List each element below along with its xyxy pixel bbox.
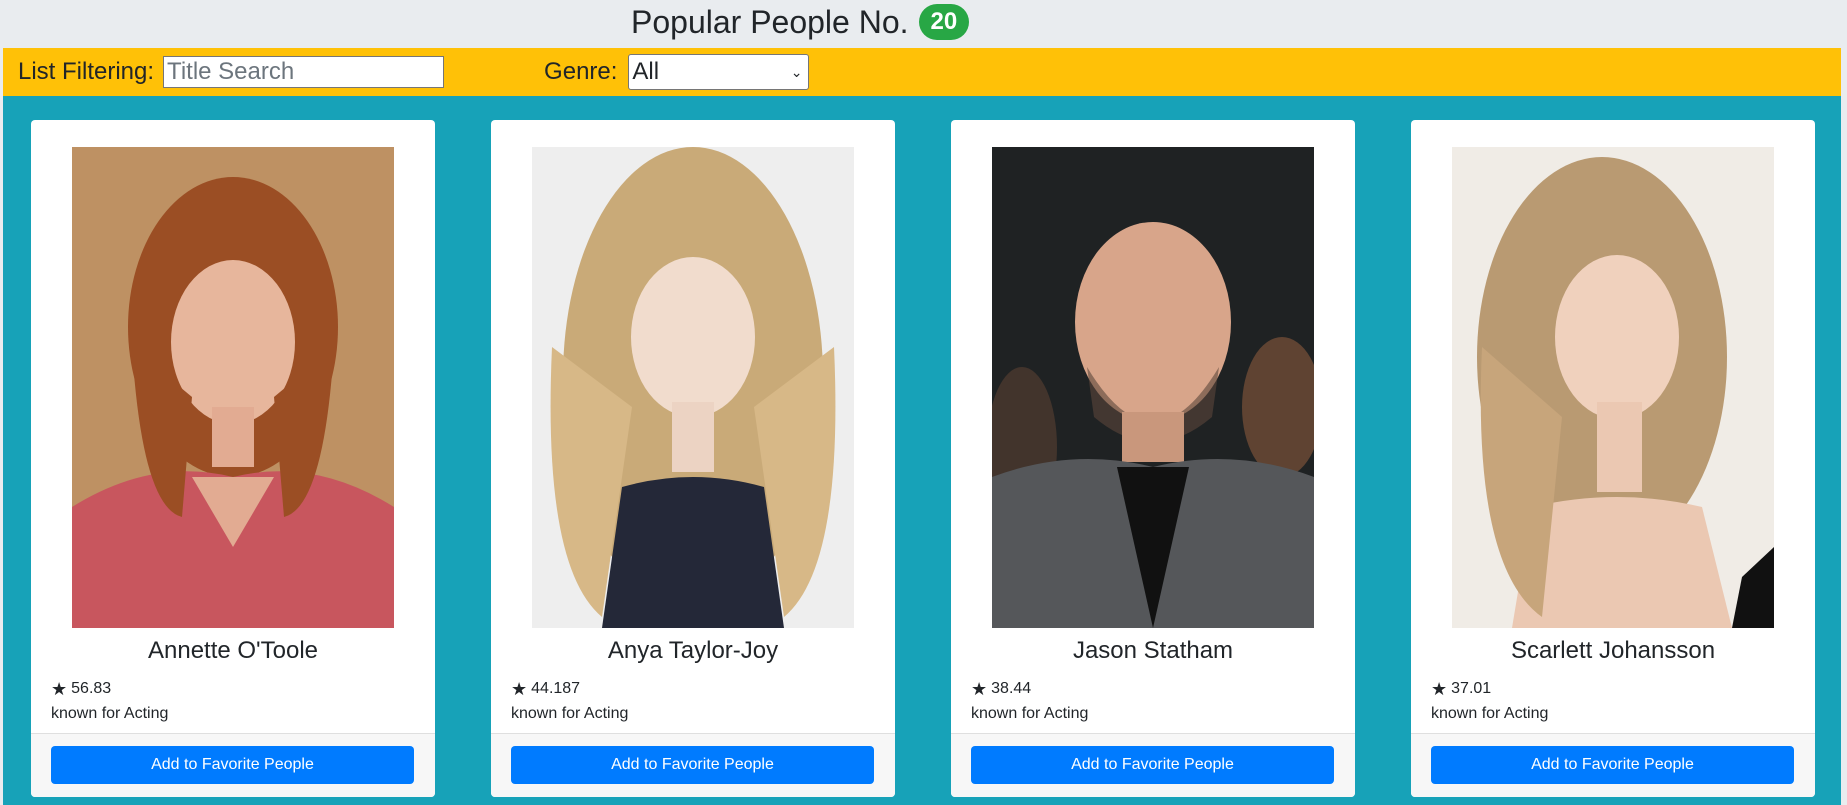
known-for: known for Acting xyxy=(511,705,629,722)
page-title: Popular People No. 20 xyxy=(631,2,970,42)
add-to-favorites-button[interactable]: Add to Favorite People xyxy=(511,746,874,784)
star-icon: ★ xyxy=(511,679,528,699)
person-name: Annette O'Toole xyxy=(147,637,319,664)
rating-value: 56.83 xyxy=(71,680,112,697)
card-footer: Add to Favorite People xyxy=(31,733,435,797)
rating-value: 37.01 xyxy=(1451,680,1492,697)
person-photo xyxy=(992,147,1314,628)
count-badge: 20 xyxy=(918,4,970,40)
genre-select[interactable]: All ⌄ xyxy=(628,54,810,90)
rating-value: 38.44 xyxy=(991,680,1032,697)
person-photo xyxy=(72,147,394,628)
star-icon: ★ xyxy=(971,679,988,699)
add-to-favorites-button[interactable]: Add to Favorite People xyxy=(971,746,1334,784)
chevron-down-icon: ⌄ xyxy=(790,63,803,80)
add-to-favorites-button[interactable]: Add to Favorite People xyxy=(51,746,414,784)
genre-label: Genre: xyxy=(544,58,618,85)
card-footer: Add to Favorite People xyxy=(1411,733,1815,797)
person-card: Annette O'Toole ★ 56.83 known for Acting… xyxy=(31,120,435,797)
person-rating: ★ 37.01 xyxy=(1431,680,1491,698)
card-footer: Add to Favorite People xyxy=(491,733,895,797)
add-to-favorites-button[interactable]: Add to Favorite People xyxy=(1431,746,1794,784)
person-photo xyxy=(532,147,854,628)
known-for: known for Acting xyxy=(971,705,1089,722)
known-for: known for Acting xyxy=(1431,705,1549,722)
genre-selected-value: All xyxy=(632,58,660,85)
filter-bar: List Filtering: Genre: All ⌄ xyxy=(3,48,1841,96)
person-name: Scarlett Johansson xyxy=(1510,637,1716,664)
star-icon: ★ xyxy=(51,679,68,699)
person-card: Anya Taylor-Joy ★ 44.187 known for Actin… xyxy=(491,120,895,797)
person-photo xyxy=(1452,147,1774,628)
person-card: Scarlett Johansson ★ 37.01 known for Act… xyxy=(1411,120,1815,797)
page-title-text: Popular People No. xyxy=(631,4,909,40)
person-name: Jason Statham xyxy=(1072,637,1234,664)
person-rating: ★ 56.83 xyxy=(51,680,111,698)
people-grid: Annette O'Toole ★ 56.83 known for Acting… xyxy=(3,96,1841,805)
person-name: Anya Taylor-Joy xyxy=(607,637,779,664)
known-for: known for Acting xyxy=(51,705,169,722)
person-rating: ★ 44.187 xyxy=(511,680,580,698)
page-header: Popular People No. 20 xyxy=(0,0,1847,48)
star-icon: ★ xyxy=(1431,679,1448,699)
list-filtering-label: List Filtering: xyxy=(18,58,155,85)
title-search-input[interactable] xyxy=(163,56,445,88)
person-card: Jason Statham ★ 38.44 known for Acting A… xyxy=(951,120,1355,797)
rating-value: 44.187 xyxy=(531,680,581,697)
person-rating: ★ 38.44 xyxy=(971,680,1031,698)
card-footer: Add to Favorite People xyxy=(951,733,1355,797)
